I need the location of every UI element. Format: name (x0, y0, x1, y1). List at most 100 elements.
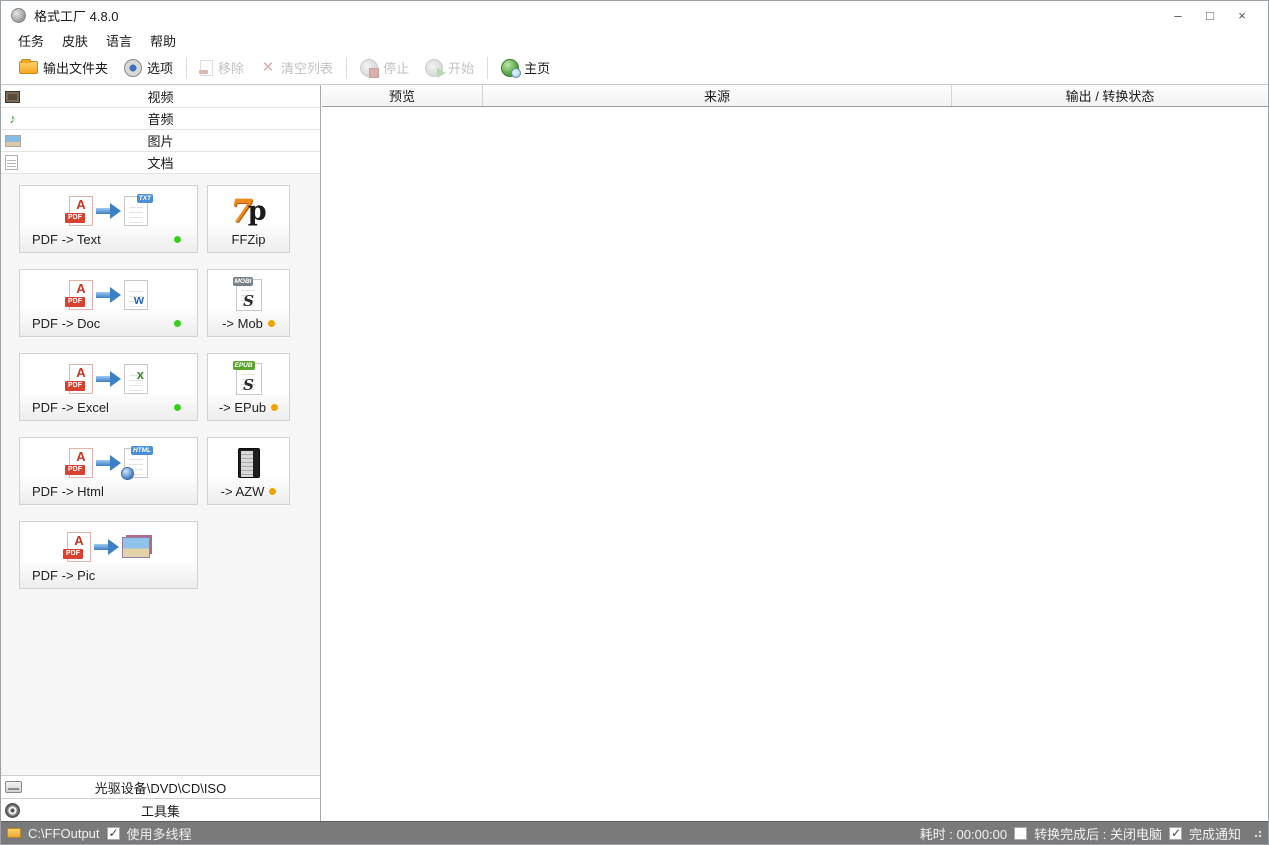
task-list-body[interactable] (322, 107, 1268, 821)
column-header-output-status[interactable]: 输出 / 转换状态 (952, 85, 1268, 106)
options-label: 选项 (147, 61, 174, 76)
list-header: 预览 来源 输出 / 转换状态 (322, 85, 1268, 107)
remove-button[interactable]: 移除 (192, 55, 252, 80)
maximize-button[interactable]: □ (1194, 3, 1226, 27)
pdf-file-icon: A PDF (65, 448, 93, 478)
arrow-right-icon (95, 455, 122, 471)
notify-label: 完成通知 (1188, 826, 1241, 842)
clear-list-icon: ✕ (261, 58, 275, 76)
mobi-icon: MOBI S (208, 275, 289, 315)
window-title: 格式工厂 4.8.0 (34, 8, 119, 24)
toolbar: 输出文件夹 选项 移除 ✕ 清空列表 停止 开始 主页 (1, 51, 1268, 84)
pdf-to-excel-icon: A PDF x (20, 359, 197, 399)
globe-icon (121, 467, 134, 480)
tile-pdf-to-html[interactable]: A PDF HTML PDF -> Html (19, 437, 198, 505)
homepage-label: 主页 (524, 61, 551, 76)
tile-pdf-to-doc[interactable]: A PDF w PDF -> Doc (19, 269, 198, 337)
sidebar-item-document[interactable]: 文档 (1, 152, 320, 174)
output-folder-button[interactable]: 输出文件夹 (11, 55, 116, 80)
tile-pdf-to-excel[interactable]: A PDF x PDF -> Excel (19, 353, 198, 421)
status-dot (174, 320, 181, 327)
elapsed-time: 耗时 : 00:00:00 (919, 826, 1008, 842)
menu-skin[interactable]: 皮肤 (53, 31, 97, 50)
azw-icon (208, 443, 289, 483)
tile-label: PDF -> Doc (32, 316, 101, 331)
pdf-to-pic-icon: A PDF (20, 527, 197, 567)
category-label: 图片 (147, 134, 174, 149)
output-path[interactable]: C:\FFOutput (28, 826, 100, 841)
status-dot (271, 404, 279, 411)
tile-ffzip[interactable]: 7p FFZip (207, 185, 290, 253)
pdf-to-text-icon: A PDF TXT (20, 191, 197, 231)
tile-label: PDF -> Html (32, 484, 104, 499)
notify-checkbox[interactable] (1168, 826, 1182, 840)
menu-help[interactable]: 帮助 (141, 31, 185, 50)
toolkit-icon (5, 802, 20, 818)
tile-label: PDF -> Text (32, 232, 101, 247)
category-label: 音频 (147, 112, 174, 127)
stop-button[interactable]: 停止 (352, 55, 417, 80)
sidebar-item-disc-drive[interactable]: 光驱设备\DVD\CD\ISO (1, 775, 320, 798)
disc-drive-icon (5, 781, 22, 793)
tile-to-epub[interactable]: EPUB S -> EPub (207, 353, 290, 421)
ereader-device-icon (237, 448, 260, 478)
toolbar-separator (346, 56, 348, 79)
tile-label: -> AZW (220, 484, 265, 499)
status-dot (174, 236, 181, 243)
options-gear-icon (124, 58, 143, 77)
picture-file-icon (122, 536, 150, 558)
tile-pdf-to-text[interactable]: A PDF TXT PDF -> Text (19, 185, 198, 253)
start-icon (425, 58, 447, 78)
tile-label: -> Mob (222, 316, 263, 331)
column-header-source[interactable]: 来源 (483, 85, 952, 106)
tile-to-azw[interactable]: -> AZW (207, 437, 290, 505)
clear-list-button[interactable]: ✕ 清空列表 (252, 55, 341, 80)
options-button[interactable]: 选项 (116, 55, 181, 80)
stop-label: 停止 (383, 61, 410, 76)
pdf-file-icon: A PDF (63, 532, 91, 562)
remove-label: 移除 (218, 61, 245, 76)
homepage-icon (501, 58, 522, 78)
pdf-file-icon: A PDF (65, 364, 93, 394)
category-label: 文档 (147, 156, 174, 171)
sidebar-item-picture[interactable]: 图片 (1, 130, 320, 152)
tile-label: -> EPub (218, 400, 267, 415)
close-button[interactable]: × (1226, 3, 1258, 27)
clear-list-label: 清空列表 (281, 61, 334, 76)
toolbar-separator (487, 56, 489, 79)
sidebar: 视频 ♪ 音频 图片 文档 A PDF TXT PDF -> Text 7p F… (1, 84, 321, 821)
epub-file-icon: EPUB S (232, 361, 262, 395)
tile-pdf-to-pic[interactable]: A PDF PDF -> Pic (19, 521, 198, 589)
sidebar-item-video[interactable]: 视频 (1, 86, 320, 108)
sidebar-item-toolkit[interactable]: 工具集 (1, 798, 320, 821)
html-file-icon: HTML (121, 446, 153, 480)
status-dot (269, 488, 277, 495)
output-folder-label: 输出文件夹 (43, 61, 109, 76)
mobi-file-icon: MOBI S (232, 277, 262, 311)
homepage-button[interactable]: 主页 (493, 55, 558, 80)
video-category-icon (5, 90, 20, 103)
start-button[interactable]: 开始 (417, 55, 482, 80)
arrow-right-icon (95, 203, 122, 219)
title-bar: 格式工厂 4.8.0 – □ × (1, 1, 1268, 29)
minimize-button[interactable]: – (1162, 3, 1194, 27)
shutdown-after-checkbox[interactable] (1014, 826, 1028, 840)
app-logo-icon (11, 7, 26, 23)
toolbar-separator (186, 56, 188, 79)
task-list-area: 预览 来源 输出 / 转换状态 (322, 84, 1268, 821)
menu-task[interactable]: 任务 (9, 31, 53, 50)
pdf-to-html-icon: A PDF HTML (20, 443, 197, 483)
multithread-checkbox[interactable] (106, 826, 120, 840)
output-folder-icon (19, 59, 38, 74)
menu-language[interactable]: 语言 (97, 31, 141, 50)
remove-item-icon (199, 59, 214, 76)
column-header-preview[interactable]: 预览 (322, 85, 483, 106)
ffzip-icon: 7p (208, 191, 289, 231)
resize-grip[interactable] (1252, 828, 1262, 838)
epub-icon: EPUB S (208, 359, 289, 399)
sidebar-item-audio[interactable]: ♪ 音频 (1, 108, 320, 130)
stop-icon (360, 58, 380, 78)
tile-to-mobi[interactable]: MOBI S -> Mob (207, 269, 290, 337)
status-dot (267, 320, 275, 327)
arrow-right-icon (95, 287, 122, 303)
